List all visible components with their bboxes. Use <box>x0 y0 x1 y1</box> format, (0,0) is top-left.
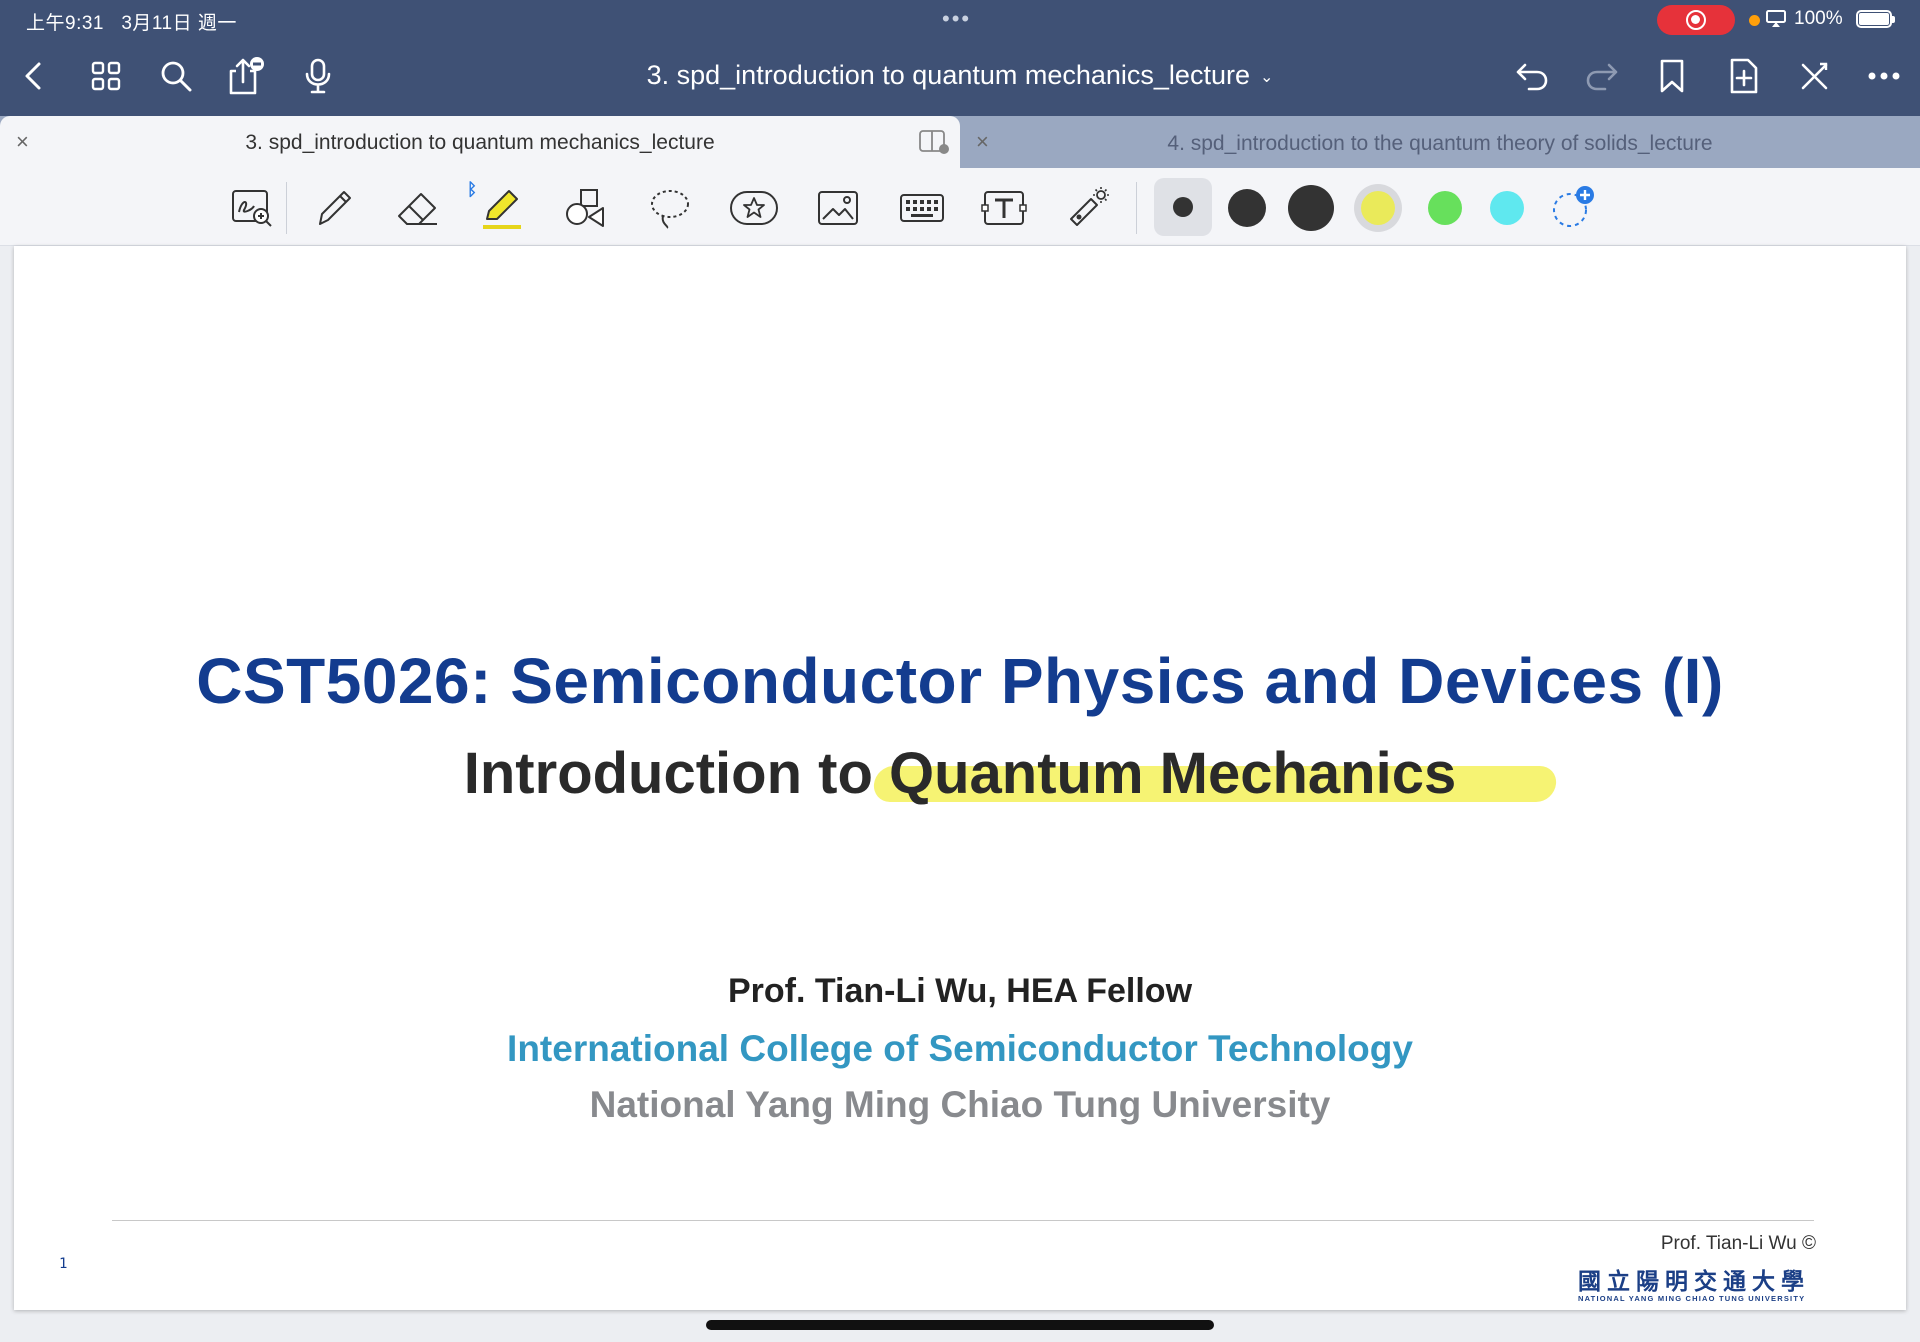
screen-mirroring-icon <box>1766 10 1786 33</box>
document-tabs: × 3. spd_introduction to quantum mechani… <box>0 116 1920 168</box>
text-tool-icon[interactable] <box>978 182 1030 234</box>
shapes-tool-icon[interactable] <box>560 182 612 234</box>
record-icon <box>1686 10 1706 30</box>
tab-label: 4. spd_introduction to the quantum theor… <box>1167 132 1713 155</box>
pen-size-small[interactable] <box>1173 197 1193 217</box>
document-title-menu[interactable]: 3. spd_introduction to quantum mechanics… <box>0 60 1920 91</box>
university-logo-chinese: 國立陽明交通大學 <box>1578 1269 1810 1295</box>
color-cyan[interactable] <box>1490 191 1524 225</box>
toolbar-divider <box>286 182 287 234</box>
color-yellow[interactable] <box>1361 191 1395 225</box>
lasso-tool-icon[interactable] <box>644 182 696 234</box>
more-icon[interactable] <box>1864 56 1904 96</box>
image-tool-icon[interactable] <box>812 182 864 234</box>
pen-size-medium[interactable] <box>1228 189 1266 227</box>
screen-recording-indicator[interactable] <box>1657 5 1735 35</box>
tab-active[interactable]: × 3. spd_introduction to quantum mechani… <box>0 116 960 168</box>
status-date: 3月11日 週一 <box>121 13 237 34</box>
multitasking-dots-icon[interactable]: ••• <box>942 6 971 32</box>
add-page-icon[interactable] <box>1724 56 1764 96</box>
footer-divider <box>112 1220 1814 1221</box>
undo-icon[interactable] <box>1512 56 1552 96</box>
page-number: 1 <box>59 1256 68 1272</box>
eraser-tool-icon[interactable] <box>392 182 444 234</box>
bookmark-icon[interactable] <box>1652 56 1692 96</box>
stickers-tool-icon[interactable] <box>728 182 780 234</box>
pen-tool-icon[interactable] <box>308 182 360 234</box>
color-green[interactable] <box>1428 191 1462 225</box>
course-title: CST5026: Semiconductor Physics and Devic… <box>196 645 1724 717</box>
document-title: 3. spd_introduction to quantum mechanics… <box>646 60 1250 90</box>
university-name: National Yang Ming Chiao Tung University <box>589 1084 1331 1125</box>
battery-percent: 100% <box>1794 8 1843 29</box>
pdf-page[interactable]: CST5026: Semiconductor Physics and Devic… <box>14 246 1906 1310</box>
toolbar-divider <box>1136 182 1137 234</box>
zoom-window-tool-icon[interactable] <box>226 182 278 234</box>
status-time: 上午9:31 <box>26 13 104 34</box>
annotation-toolbar: ᛒ <box>0 168 1920 246</box>
microphone-indicator-dot <box>1749 15 1760 26</box>
top-bar: 上午9:31 3月11日 週一 ••• 100% 3. spd_introduc… <box>0 0 1920 116</box>
lecture-title: Introduction to Quantum Mechanics <box>463 741 1457 806</box>
home-indicator[interactable] <box>706 1320 1214 1330</box>
college-name: International College of Semiconductor T… <box>507 1028 1413 1069</box>
pen-size-large[interactable] <box>1288 185 1334 231</box>
copyright-text: Prof. Tian-Li Wu © <box>1660 1233 1816 1254</box>
professor-name: Prof. Tian-Li Wu, HEA Fellow <box>727 972 1193 1010</box>
highlighter-tool-icon[interactable] <box>476 182 528 234</box>
add-color-icon[interactable] <box>1546 182 1598 234</box>
chevron-down-icon: ⌄ <box>1259 68 1274 86</box>
laser-pointer-tool-icon[interactable] <box>1062 182 1114 234</box>
keyboard-tool-icon[interactable] <box>896 182 948 234</box>
edit-tools-icon[interactable] <box>1794 56 1834 96</box>
battery-icon <box>1856 10 1895 28</box>
split-view-icon[interactable] <box>919 130 949 159</box>
status-time-date: 上午9:31 3月11日 週一 <box>26 8 237 35</box>
tab-label: 3. spd_introduction to quantum mechanics… <box>245 131 715 154</box>
redo-icon[interactable] <box>1582 56 1622 96</box>
university-logo-english: NATIONAL YANG MING CHIAO TUNG UNIVERSITY <box>1578 1294 1806 1303</box>
